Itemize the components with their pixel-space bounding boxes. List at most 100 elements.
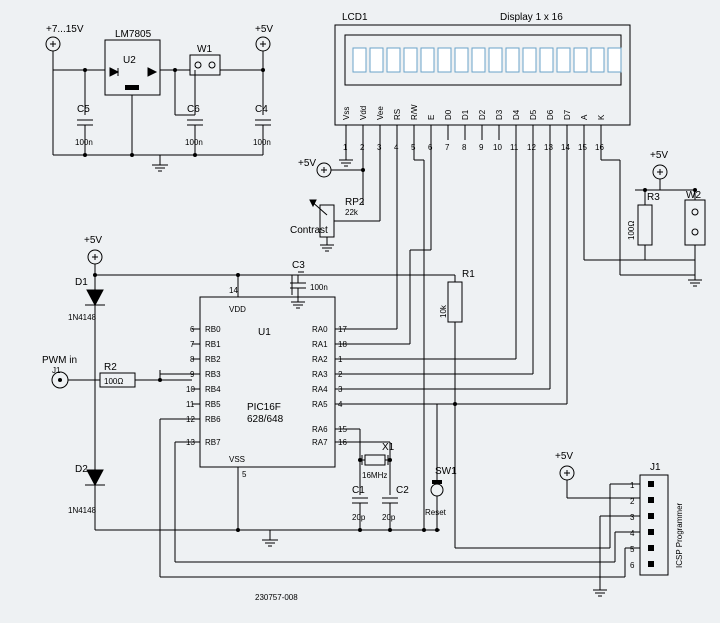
label-icsp: ICSP Programmer: [675, 502, 684, 568]
drawing-number: 230757-008: [255, 593, 298, 602]
label-pic2: 628/648: [247, 414, 284, 425]
label-c1: C1: [352, 485, 365, 496]
svg-text:D7: D7: [563, 109, 572, 120]
label-pic1: PIC16F: [247, 402, 281, 413]
label-c1v: 20p: [352, 513, 366, 522]
svg-text:RA0: RA0: [312, 325, 328, 334]
label-display: Display 1 x 16: [500, 12, 563, 23]
svg-text:6: 6: [630, 561, 635, 570]
svg-text:RB1: RB1: [205, 340, 221, 349]
label-vin: +7...15V: [46, 24, 84, 35]
label-d1pn: 1N4148: [68, 313, 97, 322]
label-lm7805: LM7805: [115, 29, 152, 40]
svg-text:D5: D5: [529, 109, 538, 120]
label-c6v: 100n: [185, 138, 203, 147]
svg-text:E: E: [427, 115, 436, 120]
svg-text:RB2: RB2: [205, 355, 221, 364]
label-c3: C3: [292, 260, 305, 271]
svg-text:RB6: RB6: [205, 415, 221, 424]
label-c6: C6: [187, 104, 200, 115]
svg-text:RA4: RA4: [312, 385, 328, 394]
svg-text:D1: D1: [461, 109, 470, 120]
label-r3v: 100Ω: [627, 221, 636, 240]
label-u1: U1: [258, 327, 271, 338]
svg-text:RB4: RB4: [205, 385, 221, 394]
svg-text:15: 15: [578, 143, 587, 152]
label-pwmin: PWM in: [42, 355, 77, 366]
label-5v-mid: +5V: [84, 235, 102, 246]
label-c2v: 20p: [382, 513, 396, 522]
label-c5: C5: [77, 104, 90, 115]
svg-text:16: 16: [595, 143, 604, 152]
label-r3: R3: [647, 192, 660, 203]
label-rp2: RP2: [345, 197, 365, 208]
svg-text:14: 14: [561, 143, 570, 152]
svg-text:1: 1: [630, 481, 635, 490]
svg-text:RA2: RA2: [312, 355, 328, 364]
label-u2: U2: [123, 55, 136, 66]
svg-text:D3: D3: [495, 109, 504, 120]
svg-text:RB7: RB7: [205, 438, 221, 447]
label-5v-top: +5V: [255, 24, 273, 35]
svg-text:K: K: [597, 114, 606, 120]
svg-text:4: 4: [630, 529, 635, 538]
label-r1v: 10k: [439, 304, 448, 318]
svg-text:7: 7: [445, 143, 450, 152]
label-c4: C4: [255, 104, 268, 115]
svg-text:Vss: Vss: [342, 107, 351, 120]
svg-text:13: 13: [544, 143, 553, 152]
svg-text:5: 5: [242, 470, 247, 479]
label-sw1: SW1: [435, 466, 457, 477]
label-reset: Reset: [425, 508, 447, 517]
svg-text:RA3: RA3: [312, 370, 328, 379]
svg-text:3: 3: [630, 513, 635, 522]
svg-text:VDD: VDD: [229, 305, 246, 314]
label-x1: X1: [382, 442, 395, 453]
svg-text:RB0: RB0: [205, 325, 221, 334]
label-r2v: 100Ω: [104, 377, 123, 386]
svg-text:RA1: RA1: [312, 340, 328, 349]
svg-text:Vdd: Vdd: [359, 106, 368, 120]
label-rp2v: 22k: [345, 208, 359, 217]
svg-text:10: 10: [493, 143, 502, 152]
svg-text:VSS: VSS: [229, 455, 245, 464]
svg-text:D0: D0: [444, 109, 453, 120]
label-lcd1: LCD1: [342, 12, 368, 23]
svg-text:D4: D4: [512, 109, 521, 120]
label-j1b: J1: [650, 462, 661, 473]
svg-text:RA7: RA7: [312, 438, 328, 447]
label-j1a: J1: [52, 366, 61, 375]
label-w1: W1: [197, 44, 212, 55]
svg-text:A: A: [580, 114, 589, 120]
svg-text:12: 12: [527, 143, 536, 152]
svg-text:D6: D6: [546, 109, 555, 120]
label-c2: C2: [396, 485, 409, 496]
label-d2pn: 1N4148: [68, 506, 97, 515]
svg-text:9: 9: [479, 143, 484, 152]
svg-text:RB5: RB5: [205, 400, 221, 409]
label-c3v: 100n: [310, 283, 328, 292]
circuit-schematic: +7...15V LM7805 U2 W1 +5V C5 100n C6 100…: [0, 0, 720, 623]
svg-text:14: 14: [229, 286, 238, 295]
label-r2: R2: [104, 362, 117, 373]
label-c5v: 100n: [75, 138, 93, 147]
svg-text:D2: D2: [478, 109, 487, 120]
label-r1: R1: [462, 269, 475, 280]
label-c4v: 100n: [253, 138, 271, 147]
label-x1v: 16MHz: [362, 471, 387, 480]
svg-text:5: 5: [630, 545, 635, 554]
label-5v-lcd: +5V: [298, 158, 316, 169]
svg-text:RA6: RA6: [312, 425, 328, 434]
label-w2: W2: [686, 190, 701, 201]
svg-text:11: 11: [510, 143, 519, 152]
label-5v-right: +5V: [650, 150, 668, 161]
label-d1: D1: [75, 277, 88, 288]
svg-text:R/W: R/W: [410, 104, 419, 120]
svg-text:RA5: RA5: [312, 400, 328, 409]
svg-text:RS: RS: [393, 109, 402, 120]
svg-text:8: 8: [462, 143, 467, 152]
label-contrast: Contrast: [290, 225, 328, 236]
svg-text:Vee: Vee: [376, 106, 385, 120]
label-5v-icsp: +5V: [555, 451, 573, 462]
svg-text:RB3: RB3: [205, 370, 221, 379]
